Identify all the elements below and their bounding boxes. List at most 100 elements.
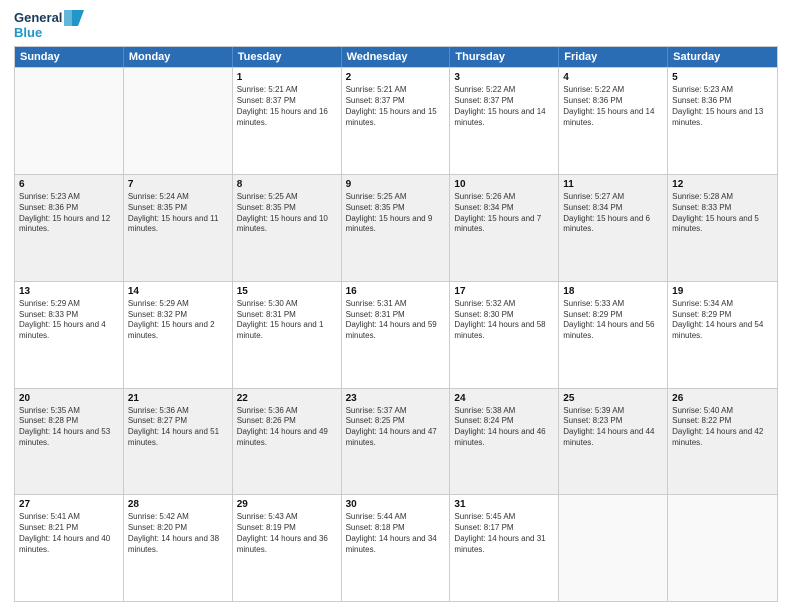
calendar-cell: 4 Sunrise: 5:22 AMSunset: 8:36 PMDayligh… bbox=[559, 68, 668, 174]
logo: General Blue bbox=[14, 10, 84, 40]
day-number: 16 bbox=[346, 285, 446, 298]
day-info: Sunrise: 5:25 AMSunset: 8:35 PMDaylight:… bbox=[237, 192, 337, 235]
day-number: 21 bbox=[128, 392, 228, 405]
calendar-cell: 1 Sunrise: 5:21 AMSunset: 8:37 PMDayligh… bbox=[233, 68, 342, 174]
calendar-week-row: 1 Sunrise: 5:21 AMSunset: 8:37 PMDayligh… bbox=[15, 67, 777, 174]
day-info: Sunrise: 5:31 AMSunset: 8:31 PMDaylight:… bbox=[346, 299, 446, 342]
calendar-cell: 7 Sunrise: 5:24 AMSunset: 8:35 PMDayligh… bbox=[124, 175, 233, 281]
day-info: Sunrise: 5:26 AMSunset: 8:34 PMDaylight:… bbox=[454, 192, 554, 235]
day-info: Sunrise: 5:22 AMSunset: 8:37 PMDaylight:… bbox=[454, 85, 554, 128]
calendar-cell: 31 Sunrise: 5:45 AMSunset: 8:17 PMDaylig… bbox=[450, 495, 559, 601]
day-number: 3 bbox=[454, 71, 554, 84]
calendar-cell: 27 Sunrise: 5:41 AMSunset: 8:21 PMDaylig… bbox=[15, 495, 124, 601]
calendar-week-row: 13 Sunrise: 5:29 AMSunset: 8:33 PMDaylig… bbox=[15, 281, 777, 388]
calendar-cell: 22 Sunrise: 5:36 AMSunset: 8:26 PMDaylig… bbox=[233, 389, 342, 495]
day-number: 27 bbox=[19, 498, 119, 511]
calendar-cell bbox=[559, 495, 668, 601]
day-number: 29 bbox=[237, 498, 337, 511]
day-number: 19 bbox=[672, 285, 773, 298]
day-number: 1 bbox=[237, 71, 337, 84]
day-info: Sunrise: 5:25 AMSunset: 8:35 PMDaylight:… bbox=[346, 192, 446, 235]
day-number: 14 bbox=[128, 285, 228, 298]
calendar-week-row: 20 Sunrise: 5:35 AMSunset: 8:28 PMDaylig… bbox=[15, 388, 777, 495]
day-info: Sunrise: 5:36 AMSunset: 8:26 PMDaylight:… bbox=[237, 406, 337, 449]
day-number: 31 bbox=[454, 498, 554, 511]
calendar-cell: 2 Sunrise: 5:21 AMSunset: 8:37 PMDayligh… bbox=[342, 68, 451, 174]
calendar-header: SundayMondayTuesdayWednesdayThursdayFrid… bbox=[15, 47, 777, 67]
day-info: Sunrise: 5:35 AMSunset: 8:28 PMDaylight:… bbox=[19, 406, 119, 449]
calendar-cell: 20 Sunrise: 5:35 AMSunset: 8:28 PMDaylig… bbox=[15, 389, 124, 495]
day-info: Sunrise: 5:38 AMSunset: 8:24 PMDaylight:… bbox=[454, 406, 554, 449]
day-number: 17 bbox=[454, 285, 554, 298]
calendar-cell: 13 Sunrise: 5:29 AMSunset: 8:33 PMDaylig… bbox=[15, 282, 124, 388]
calendar-cell: 29 Sunrise: 5:43 AMSunset: 8:19 PMDaylig… bbox=[233, 495, 342, 601]
day-number: 15 bbox=[237, 285, 337, 298]
day-number: 6 bbox=[19, 178, 119, 191]
day-number: 18 bbox=[563, 285, 663, 298]
day-number: 7 bbox=[128, 178, 228, 191]
day-info: Sunrise: 5:33 AMSunset: 8:29 PMDaylight:… bbox=[563, 299, 663, 342]
calendar-cell: 10 Sunrise: 5:26 AMSunset: 8:34 PMDaylig… bbox=[450, 175, 559, 281]
day-number: 26 bbox=[672, 392, 773, 405]
day-info: Sunrise: 5:29 AMSunset: 8:33 PMDaylight:… bbox=[19, 299, 119, 342]
day-number: 23 bbox=[346, 392, 446, 405]
day-info: Sunrise: 5:44 AMSunset: 8:18 PMDaylight:… bbox=[346, 512, 446, 555]
calendar-body: 1 Sunrise: 5:21 AMSunset: 8:37 PMDayligh… bbox=[15, 67, 777, 601]
calendar-cell: 5 Sunrise: 5:23 AMSunset: 8:36 PMDayligh… bbox=[668, 68, 777, 174]
day-info: Sunrise: 5:24 AMSunset: 8:35 PMDaylight:… bbox=[128, 192, 228, 235]
day-info: Sunrise: 5:39 AMSunset: 8:23 PMDaylight:… bbox=[563, 406, 663, 449]
day-number: 4 bbox=[563, 71, 663, 84]
day-info: Sunrise: 5:30 AMSunset: 8:31 PMDaylight:… bbox=[237, 299, 337, 342]
day-info: Sunrise: 5:34 AMSunset: 8:29 PMDaylight:… bbox=[672, 299, 773, 342]
calendar-cell: 6 Sunrise: 5:23 AMSunset: 8:36 PMDayligh… bbox=[15, 175, 124, 281]
day-info: Sunrise: 5:42 AMSunset: 8:20 PMDaylight:… bbox=[128, 512, 228, 555]
day-info: Sunrise: 5:43 AMSunset: 8:19 PMDaylight:… bbox=[237, 512, 337, 555]
day-number: 10 bbox=[454, 178, 554, 191]
calendar-cell: 21 Sunrise: 5:36 AMSunset: 8:27 PMDaylig… bbox=[124, 389, 233, 495]
day-number: 22 bbox=[237, 392, 337, 405]
day-info: Sunrise: 5:22 AMSunset: 8:36 PMDaylight:… bbox=[563, 85, 663, 128]
day-info: Sunrise: 5:27 AMSunset: 8:34 PMDaylight:… bbox=[563, 192, 663, 235]
calendar-day-header: Tuesday bbox=[233, 47, 342, 67]
calendar-cell: 18 Sunrise: 5:33 AMSunset: 8:29 PMDaylig… bbox=[559, 282, 668, 388]
day-number: 25 bbox=[563, 392, 663, 405]
calendar-cell: 24 Sunrise: 5:38 AMSunset: 8:24 PMDaylig… bbox=[450, 389, 559, 495]
page-header: General Blue bbox=[14, 10, 778, 40]
calendar-day-header: Wednesday bbox=[342, 47, 451, 67]
day-info: Sunrise: 5:40 AMSunset: 8:22 PMDaylight:… bbox=[672, 406, 773, 449]
calendar-day-header: Sunday bbox=[15, 47, 124, 67]
calendar-cell: 8 Sunrise: 5:25 AMSunset: 8:35 PMDayligh… bbox=[233, 175, 342, 281]
calendar-cell bbox=[668, 495, 777, 601]
day-number: 8 bbox=[237, 178, 337, 191]
calendar-cell: 9 Sunrise: 5:25 AMSunset: 8:35 PMDayligh… bbox=[342, 175, 451, 281]
day-info: Sunrise: 5:45 AMSunset: 8:17 PMDaylight:… bbox=[454, 512, 554, 555]
day-number: 28 bbox=[128, 498, 228, 511]
calendar-cell: 12 Sunrise: 5:28 AMSunset: 8:33 PMDaylig… bbox=[668, 175, 777, 281]
day-number: 13 bbox=[19, 285, 119, 298]
day-number: 12 bbox=[672, 178, 773, 191]
calendar-cell: 14 Sunrise: 5:29 AMSunset: 8:32 PMDaylig… bbox=[124, 282, 233, 388]
day-info: Sunrise: 5:36 AMSunset: 8:27 PMDaylight:… bbox=[128, 406, 228, 449]
calendar-cell: 15 Sunrise: 5:30 AMSunset: 8:31 PMDaylig… bbox=[233, 282, 342, 388]
calendar-week-row: 6 Sunrise: 5:23 AMSunset: 8:36 PMDayligh… bbox=[15, 174, 777, 281]
day-number: 9 bbox=[346, 178, 446, 191]
day-number: 20 bbox=[19, 392, 119, 405]
day-number: 30 bbox=[346, 498, 446, 511]
calendar-cell: 3 Sunrise: 5:22 AMSunset: 8:37 PMDayligh… bbox=[450, 68, 559, 174]
day-number: 24 bbox=[454, 392, 554, 405]
day-info: Sunrise: 5:23 AMSunset: 8:36 PMDaylight:… bbox=[672, 85, 773, 128]
logo-chevron-icon bbox=[64, 10, 84, 26]
calendar-day-header: Friday bbox=[559, 47, 668, 67]
day-number: 11 bbox=[563, 178, 663, 191]
calendar-cell: 17 Sunrise: 5:32 AMSunset: 8:30 PMDaylig… bbox=[450, 282, 559, 388]
day-info: Sunrise: 5:28 AMSunset: 8:33 PMDaylight:… bbox=[672, 192, 773, 235]
calendar-cell: 30 Sunrise: 5:44 AMSunset: 8:18 PMDaylig… bbox=[342, 495, 451, 601]
day-info: Sunrise: 5:21 AMSunset: 8:37 PMDaylight:… bbox=[346, 85, 446, 128]
calendar-day-header: Saturday bbox=[668, 47, 777, 67]
calendar-cell: 26 Sunrise: 5:40 AMSunset: 8:22 PMDaylig… bbox=[668, 389, 777, 495]
day-info: Sunrise: 5:41 AMSunset: 8:21 PMDaylight:… bbox=[19, 512, 119, 555]
day-info: Sunrise: 5:23 AMSunset: 8:36 PMDaylight:… bbox=[19, 192, 119, 235]
calendar-cell: 19 Sunrise: 5:34 AMSunset: 8:29 PMDaylig… bbox=[668, 282, 777, 388]
calendar-cell: 11 Sunrise: 5:27 AMSunset: 8:34 PMDaylig… bbox=[559, 175, 668, 281]
day-info: Sunrise: 5:29 AMSunset: 8:32 PMDaylight:… bbox=[128, 299, 228, 342]
